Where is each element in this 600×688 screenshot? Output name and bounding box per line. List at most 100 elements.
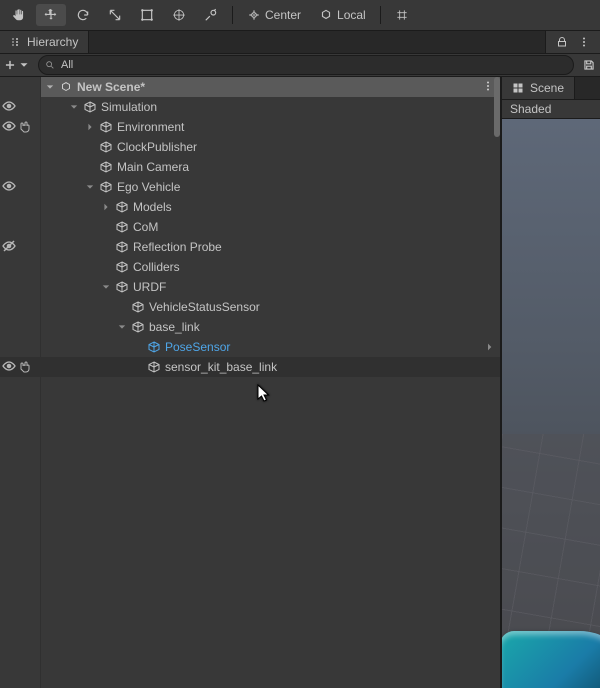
toolbar-separator <box>380 6 381 24</box>
scene-viewport[interactable] <box>502 119 600 688</box>
tab-menu-button[interactable] <box>576 34 592 50</box>
gutter-row-simulation <box>0 97 40 117</box>
game-object-icon <box>99 140 113 154</box>
hierarchy-item-simulation[interactable]: Simulation <box>41 97 500 117</box>
visibility-on-icon[interactable] <box>2 359 16 376</box>
pivot-mode-label: Center <box>265 8 301 22</box>
main-split: New Scene* Simulation Environment ClockPub… <box>0 77 600 688</box>
move-tool-button[interactable] <box>36 4 66 26</box>
game-object-icon <box>115 240 129 254</box>
gutter-row-main-camera <box>0 157 40 177</box>
hierarchy-item-environment[interactable]: Environment <box>41 117 500 137</box>
scene-root-row[interactable]: New Scene* <box>41 77 500 97</box>
hierarchy-tree[interactable]: New Scene* Simulation Environment ClockPub… <box>41 77 500 688</box>
gutter-row-ego-vehicle <box>0 177 40 197</box>
hierarchy-item-ego-vehicle[interactable]: Ego Vehicle <box>41 177 500 197</box>
pickable-icon[interactable] <box>18 119 32 136</box>
expand-toggle[interactable] <box>101 283 111 291</box>
hierarchy-item-pose-sensor[interactable]: PoseSensor <box>41 337 500 357</box>
gutter-row-clock-publisher <box>0 137 40 157</box>
gutter-row-sensor-kit-base-link <box>0 357 40 377</box>
game-object-icon <box>115 220 129 234</box>
unity-logo-icon <box>59 80 73 94</box>
hierarchy-item-com[interactable]: CoM <box>41 217 500 237</box>
hierarchy-item-reflection-probe[interactable]: Reflection Probe <box>41 237 500 257</box>
hierarchy-item-main-camera[interactable]: Main Camera <box>41 157 500 177</box>
pivot-mode-toggle[interactable]: Center <box>239 4 309 26</box>
expand-toggle[interactable] <box>85 123 95 131</box>
create-object-button[interactable] <box>0 54 34 76</box>
visibility-on-icon[interactable] <box>2 119 16 136</box>
hierarchy-item-label: Ego Vehicle <box>117 180 180 194</box>
lock-icon[interactable] <box>554 34 570 50</box>
scale-tool-button[interactable] <box>100 4 130 26</box>
expand-toggle[interactable] <box>101 203 111 211</box>
gutter-row-urdf <box>0 277 40 297</box>
hierarchy-toolbar <box>0 54 600 77</box>
scene-panel: Scene Shaded <box>502 77 600 688</box>
hierarchy-item-vehicle-status-sensor[interactable]: VehicleStatusSensor <box>41 297 500 317</box>
hierarchy-item-label: Reflection Probe <box>133 240 222 254</box>
game-object-icon <box>115 200 129 214</box>
hand-tool-button[interactable] <box>4 4 34 26</box>
transform-tool-button[interactable] <box>164 4 194 26</box>
hierarchy-item-label: Environment <box>117 120 184 134</box>
expand-toggle[interactable] <box>45 83 55 91</box>
custom-tool-button[interactable] <box>196 4 226 26</box>
expand-toggle[interactable] <box>85 183 95 191</box>
hierarchy-search[interactable] <box>38 55 574 75</box>
pickable-icon[interactable] <box>18 359 32 376</box>
scene-context-menu-button[interactable] <box>482 80 494 95</box>
scene-vehicle-mesh <box>502 631 600 688</box>
rotation-space-label: Local <box>337 8 366 22</box>
expand-toggle[interactable] <box>117 323 127 331</box>
search-save-button[interactable] <box>578 54 600 76</box>
visibility-on-icon[interactable] <box>2 179 16 196</box>
gutter-row-base-link <box>0 317 40 337</box>
hierarchy-item-label: Colliders <box>133 260 180 274</box>
hierarchy-tab-label: Hierarchy <box>27 35 78 49</box>
game-object-icon <box>147 340 161 354</box>
hierarchy-item-colliders[interactable]: Colliders <box>41 257 500 277</box>
scene-tab-label: Scene <box>530 81 564 95</box>
game-object-icon <box>147 360 161 374</box>
gutter-row-vehicle-status-sensor <box>0 297 40 317</box>
shading-mode-label: Shaded <box>510 102 551 116</box>
game-object-icon <box>131 320 145 334</box>
chevron-right-icon <box>486 340 494 354</box>
game-object-icon <box>115 260 129 274</box>
hierarchy-item-label: base_link <box>149 320 200 334</box>
expand-toggle[interactable] <box>69 103 79 111</box>
hierarchy-item-base-link[interactable]: base_link <box>41 317 500 337</box>
scene-name-label: New Scene* <box>77 80 145 94</box>
gutter-row-environment <box>0 117 40 137</box>
scene-tab[interactable]: Scene <box>502 77 575 99</box>
hierarchy-tab[interactable]: Hierarchy <box>0 31 89 53</box>
gutter-row-reflection-probe <box>0 237 40 257</box>
hierarchy-tab-controls <box>545 31 600 53</box>
gutter-row-scene <box>0 77 40 97</box>
hierarchy-item-urdf[interactable]: URDF <box>41 277 500 297</box>
game-object-icon <box>131 300 145 314</box>
rotation-space-toggle[interactable]: Local <box>311 4 374 26</box>
tab-strip-empty <box>89 31 545 53</box>
hierarchy-item-clock-publisher[interactable]: ClockPublisher <box>41 137 500 157</box>
hierarchy-item-models[interactable]: Models <box>41 197 500 217</box>
shading-mode-dropdown[interactable]: Shaded <box>502 100 559 118</box>
visibility-off-icon[interactable] <box>2 239 16 256</box>
grid-snap-button[interactable] <box>387 4 417 26</box>
hierarchy-search-input[interactable] <box>59 55 567 75</box>
game-object-icon <box>99 160 113 174</box>
hierarchy-scrollbar-thumb[interactable] <box>494 77 500 137</box>
game-object-icon <box>99 120 113 134</box>
gutter-row-models <box>0 197 40 217</box>
scene-toolbar: Shaded <box>502 100 600 119</box>
rect-tool-button[interactable] <box>132 4 162 26</box>
scene-tab-strip: Scene <box>502 77 600 100</box>
rotate-tool-button[interactable] <box>68 4 98 26</box>
visibility-on-icon[interactable] <box>2 99 16 116</box>
hierarchy-item-label: Models <box>133 200 172 214</box>
gutter-row-com <box>0 217 40 237</box>
game-object-icon <box>99 180 113 194</box>
hierarchy-item-sensor-kit-base-link[interactable]: sensor_kit_base_link <box>41 357 500 377</box>
